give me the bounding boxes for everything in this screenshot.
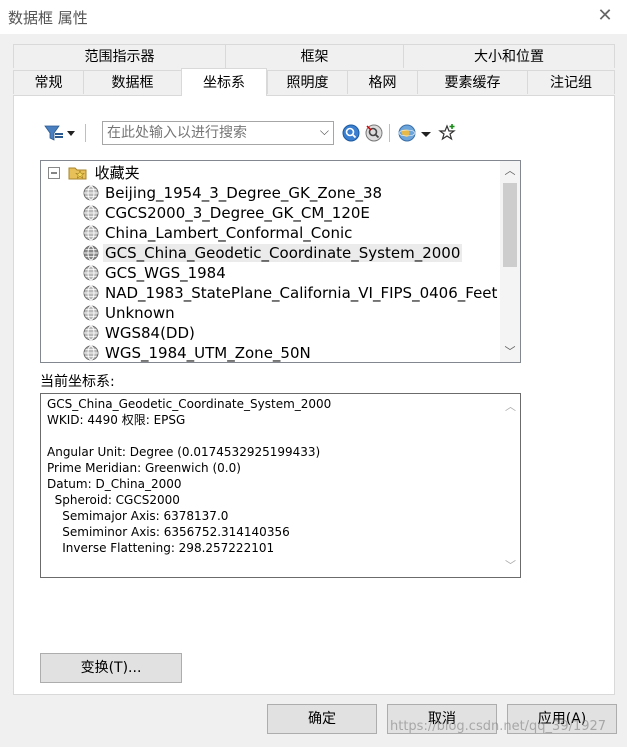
cs-detail-line: Semimajor Axis: 6378137.0 <box>47 509 229 523</box>
scroll-up-icon[interactable]: ︿ <box>505 398 516 414</box>
tab-coordinate-system[interactable]: 坐标系 <box>181 68 267 96</box>
search-input[interactable] <box>103 122 303 144</box>
tree-item[interactable]: CGCS2000_3_Degree_GK_CM_120E <box>83 203 372 223</box>
scroll-down-icon[interactable]: ﹀ <box>500 342 520 362</box>
tree-item[interactable]: China_Lambert_Conformal_Conic <box>83 223 354 243</box>
close-icon[interactable]: ✕ <box>593 4 617 28</box>
collapse-icon[interactable] <box>47 166 61 180</box>
tab-feature-cache[interactable]: 要素缓存 <box>417 70 527 94</box>
tree-item-label: GCS_WGS_1984 <box>105 264 226 282</box>
tab-frame[interactable]: 框架 <box>225 44 403 68</box>
scroll-up-icon[interactable]: ︿ <box>500 161 520 181</box>
tree-scrollbar[interactable]: ︿ ﹀ <box>500 161 520 362</box>
globe-icon <box>83 285 99 301</box>
filter-icon[interactable] <box>43 122 77 144</box>
search-box[interactable]: ⌵ <box>102 121 334 145</box>
watermark: https://blog.csdn.net/qq_39/1927 <box>390 719 607 734</box>
toolbar-separator <box>85 124 86 142</box>
search-icon[interactable] <box>341 123 361 143</box>
clear-search-icon[interactable] <box>364 123 384 143</box>
tree-item[interactable]: GCS_China_Geodetic_Coordinate_System_200… <box>83 243 463 263</box>
tree-item-label: Beijing_1954_3_Degree_GK_Zone_38 <box>105 184 383 202</box>
tree-item[interactable]: GCS_WGS_1984 <box>83 263 228 283</box>
globe-icon <box>83 245 99 261</box>
tree-item-label: WGS84(DD) <box>105 324 195 342</box>
cs-detail-line: Semiminor Axis: 6356752.314140356 <box>47 525 290 539</box>
tree-item-label: WGS_1984_UTM_Zone_50N <box>105 344 311 362</box>
window-title: 数据框 属性 <box>8 9 88 27</box>
folder-icon <box>68 167 87 180</box>
tree-item[interactable]: NAD_1983_StatePlane_California_VI_FIPS_0… <box>83 283 499 303</box>
tab-size-position[interactable]: 大小和位置 <box>403 44 615 68</box>
tree-item[interactable]: WGS84(DD) <box>83 323 197 343</box>
cs-detail-line: Inverse Flattening: 298.257222101 <box>47 541 275 555</box>
chevron-down-icon[interactable]: ⌵ <box>320 124 329 139</box>
current-cs-label: 当前坐标系: <box>40 374 115 390</box>
tab-extent-indicators[interactable]: 范围指示器 <box>13 44 225 68</box>
toolbar-separator <box>389 124 390 142</box>
cs-detail-line: GCS_China_Geodetic_Coordinate_System_200… <box>47 397 332 411</box>
globe-icon <box>83 345 99 361</box>
tab-general[interactable]: 常规 <box>13 70 83 94</box>
tree-item[interactable]: WGS_1984_UTM_Zone_50N <box>83 343 313 362</box>
add-favorite-icon[interactable] <box>437 123 457 143</box>
globe-icon <box>83 205 99 221</box>
scroll-thumb[interactable] <box>503 183 517 267</box>
globe-icon <box>83 305 99 321</box>
globe-icon <box>83 225 99 241</box>
cs-detail-line: Prime Meridian: Greenwich (0.0) <box>47 461 241 475</box>
cs-detail-line: WKID: 4490 权限: EPSG <box>47 413 186 427</box>
tab-annotation-groups[interactable]: 注记组 <box>527 70 615 94</box>
current-cs-details[interactable]: GCS_China_Geodetic_Coordinate_System_200… <box>40 393 521 578</box>
tab-illumination[interactable]: 照明度 <box>267 70 347 94</box>
dropdown-arrow-icon[interactable] <box>419 123 439 143</box>
cs-detail-line: Datum: D_China_2000 <box>47 477 182 491</box>
globe-icon <box>83 265 99 281</box>
tree-root-label: 收藏夹 <box>94 164 140 182</box>
tree-item[interactable]: Beijing_1954_3_Degree_GK_Zone_38 <box>83 183 384 203</box>
tree-item-label: CGCS2000_3_Degree_GK_CM_120E <box>105 204 370 222</box>
cs-detail-line: Spheroid: CGCS2000 <box>47 493 180 507</box>
title-bar: 数据框 属性 ✕ <box>0 0 627 34</box>
globe-icon <box>83 185 99 201</box>
tree-item-label: China_Lambert_Conformal_Conic <box>105 224 353 242</box>
tree-item-label: GCS_China_Geodetic_Coordinate_System_200… <box>103 244 463 262</box>
tree-item[interactable]: Unknown <box>83 303 177 323</box>
ok-button[interactable]: 确定 <box>267 704 377 734</box>
tab-data-frame[interactable]: 数据框 <box>83 70 181 94</box>
globe-icon <box>83 325 99 341</box>
transform-button[interactable]: 变换(T)... <box>40 653 182 683</box>
scroll-down-icon[interactable]: ﹀ <box>505 557 516 573</box>
tree-item-label: NAD_1983_StatePlane_California_VI_FIPS_0… <box>105 284 498 302</box>
tree-item-label: Unknown <box>105 304 175 322</box>
tab-grids[interactable]: 格网 <box>347 70 417 94</box>
coordinate-system-tree[interactable]: 收藏夹 Beijing_1954_3_Degree_GK_Zone_38 CGCS… <box>40 160 521 363</box>
tree-root-favorites[interactable]: 收藏夹 <box>47 163 142 183</box>
globe-icon[interactable] <box>397 123 417 143</box>
cs-detail-line: Angular Unit: Degree (0.0174532925199433… <box>47 445 321 459</box>
